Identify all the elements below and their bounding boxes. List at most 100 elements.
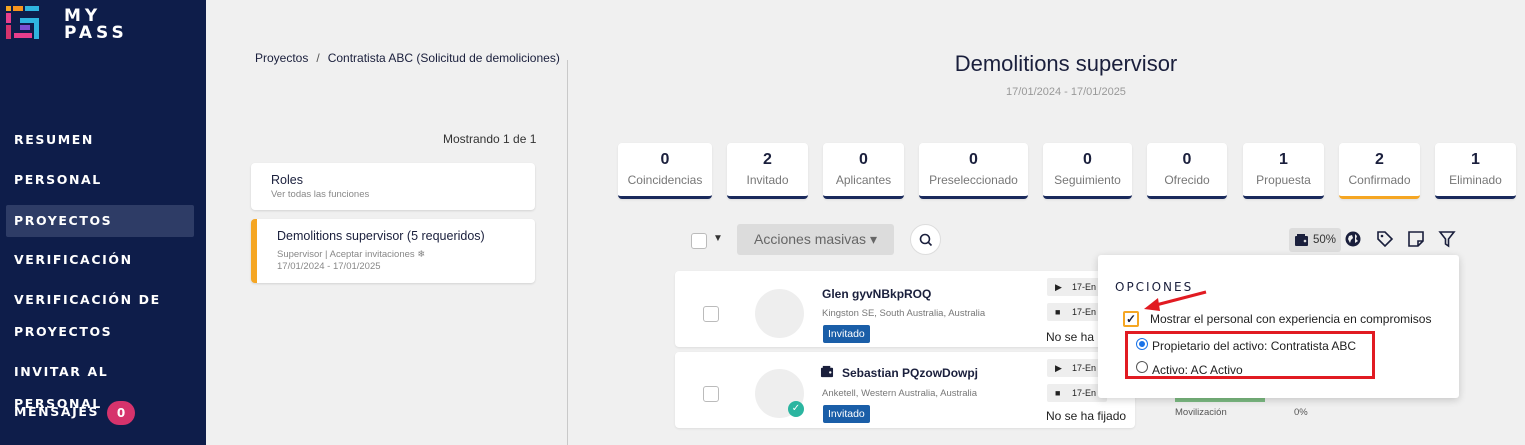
sidebar: MY PASS RESUMEN PERSONAL PROYECTOS VERIF… <box>0 0 206 445</box>
radio-asset-owner-label[interactable]: Propietario del activo: Contratista ABC <box>1152 339 1356 353</box>
role-card-subtitle: Supervisor | Aceptar invitaciones ❄ <box>277 249 426 260</box>
stat-label: Invitado <box>746 173 789 187</box>
wallet-percentage-button[interactable]: 50% <box>1289 228 1341 252</box>
roles-card[interactable]: Roles Ver todas las funciones <box>251 163 535 210</box>
sidebar-item-verificacion[interactable]: VERIFICACIÓN <box>6 244 194 276</box>
play-icon: ▶ <box>1055 282 1062 292</box>
filter-icon[interactable] <box>1438 230 1456 248</box>
mypass-logo-icon <box>6 6 39 39</box>
experience-checkbox[interactable]: ✓ <box>1123 311 1139 327</box>
experience-checkbox-label[interactable]: Mostrar el personal con experiencia en c… <box>1150 312 1431 326</box>
stat-seguimiento[interactable]: 0 Seguimiento <box>1043 143 1132 199</box>
stat-label: Eliminado <box>1449 173 1502 187</box>
sidebar-item-mensajes[interactable]: MENSAJES 0 <box>6 396 194 428</box>
candidate-location: Kingston SE, South Australia, Australia <box>822 308 986 319</box>
candidate-location: Anketell, Western Australia, Australia <box>822 388 978 399</box>
sidebar-item-proyectos[interactable]: PROYECTOS <box>6 205 194 237</box>
sidebar-item-label: PROYECTOS <box>14 213 113 228</box>
stop-icon: ■ <box>1055 307 1061 317</box>
avatar <box>755 289 804 338</box>
stat-value: 0 <box>1182 151 1192 168</box>
search-button[interactable] <box>910 224 941 255</box>
sidebar-item-label: PERSONAL <box>14 172 102 187</box>
stat-ofrecido[interactable]: 0 Ofrecido <box>1147 143 1227 199</box>
stat-label: Confirmado <box>1348 173 1411 187</box>
stat-propuesta[interactable]: 1 Propuesta <box>1243 143 1324 199</box>
sidebar-item-label: VERIFICACIÓN <box>14 252 133 267</box>
stat-label: Ofrecido <box>1164 173 1210 187</box>
event-start-date: 17-En <box>1072 363 1097 373</box>
radio-asset-owner[interactable] <box>1136 338 1148 350</box>
stat-value: 2 <box>1375 151 1384 168</box>
event-start-date: 17-En <box>1072 282 1097 292</box>
sidebar-item-label: PROYECTOS <box>14 324 113 339</box>
messages-count-badge: 0 <box>107 400 136 425</box>
annotation-arrow-icon <box>1144 290 1207 311</box>
select-all-checkbox[interactable] <box>691 233 707 249</box>
sidebar-item-verificacion-proyectos-line2[interactable]: PROYECTOS <box>6 316 194 348</box>
results-count: Mostrando 1 de 1 <box>443 132 537 146</box>
bulk-actions-label: Acciones masivas <box>754 231 867 247</box>
sidebar-item-personal[interactable]: PERSONAL <box>6 164 194 196</box>
stat-value: 0 <box>969 151 978 168</box>
select-all-dropdown-icon[interactable]: ▼ <box>713 233 723 244</box>
event-end-date: 17-En <box>1072 388 1097 398</box>
candidate-row[interactable]: Glen gyvNBkpROQ Kingston SE, South Austr… <box>675 271 1135 347</box>
stat-aplicantes[interactable]: 0 Aplicantes <box>823 143 904 199</box>
stat-label: Preseleccionado <box>929 173 1018 187</box>
mobilization-percent: 0% <box>1294 407 1308 418</box>
search-icon <box>919 233 933 247</box>
radio-active-asset[interactable] <box>1136 361 1148 373</box>
role-card-title: Demolitions supervisor (5 requeridos) <box>277 229 485 243</box>
row-checkbox[interactable] <box>703 386 719 402</box>
verified-check-icon: ✓ <box>788 401 804 417</box>
row-checkbox[interactable] <box>703 306 719 322</box>
stat-coincidencias[interactable]: 0 Coincidencias <box>618 143 712 199</box>
globe-icon[interactable] <box>1344 230 1362 248</box>
wallet-icon <box>820 365 834 378</box>
breadcrumb-separator: / <box>316 51 320 65</box>
event-end-date: 17-En <box>1072 307 1097 317</box>
options-popover: OPCIONES ✓ Mostrar el personal con exper… <box>1098 255 1459 398</box>
roles-card-title: Roles <box>271 173 303 187</box>
bulk-actions-button[interactable]: Acciones masivas ▾ <box>737 224 894 255</box>
stat-label: Seguimiento <box>1054 173 1121 187</box>
mobilization-label: Movilización <box>1175 407 1227 418</box>
stat-label: Propuesta <box>1256 173 1311 187</box>
candidate-name[interactable]: Sebastian PQzowDowpj <box>842 366 978 380</box>
stat-label: Coincidencias <box>627 173 703 187</box>
column-divider <box>567 60 568 445</box>
role-card-demolitions[interactable]: Demolitions supervisor (5 requeridos) Su… <box>251 219 535 283</box>
schedule-status: No se ha fijado <box>1046 409 1127 423</box>
stat-value: 0 <box>859 151 868 168</box>
wallet-icon <box>1295 234 1308 246</box>
breadcrumb: Proyectos / Contratista ABC (Solicitud de … <box>255 51 560 65</box>
stat-invitado[interactable]: 2 Invitado <box>727 143 808 199</box>
candidate-name[interactable]: Glen gyvNBkpROQ <box>822 287 931 301</box>
stat-eliminado[interactable]: 1 Eliminado <box>1435 143 1516 199</box>
breadcrumb-root[interactable]: Proyectos <box>255 51 308 65</box>
sidebar-item-label: MENSAJES <box>14 404 100 419</box>
stat-preseleccionado[interactable]: 0 Preseleccionado <box>919 143 1028 199</box>
stat-value: 1 <box>1279 151 1288 168</box>
candidate-row[interactable]: Sebastian PQzowDowpj Anketell, Western A… <box>675 352 1135 428</box>
percentage-value: 50% <box>1313 234 1337 246</box>
tag-icon[interactable] <box>1376 230 1394 248</box>
sidebar-item-resumen[interactable]: RESUMEN <box>6 124 194 156</box>
logo[interactable]: MY PASS <box>6 6 196 46</box>
schedule-status: No se ha <box>1046 330 1095 344</box>
stat-label: Aplicantes <box>835 173 892 187</box>
status-badge: Invitado <box>823 405 870 423</box>
radio-active-asset-label[interactable]: Activo: AC Activo <box>1152 363 1243 377</box>
logo-line-2: PASS <box>64 23 128 43</box>
role-card-dates: 17/01/2024 - 17/01/2025 <box>277 261 381 272</box>
stat-value: 2 <box>763 151 772 168</box>
play-icon: ▶ <box>1055 363 1062 373</box>
breadcrumb-current: Contratista ABC (Solicitud de demolicion… <box>327 51 560 65</box>
logo-text: MY PASS <box>64 8 128 42</box>
stat-confirmado[interactable]: 2 Confirmado <box>1339 143 1420 199</box>
sidebar-item-verificacion-proyectos[interactable]: VERIFICACIÓN DE <box>6 284 194 316</box>
stat-value: 0 <box>660 151 670 168</box>
stop-icon: ■ <box>1055 388 1061 398</box>
note-icon[interactable] <box>1407 230 1425 248</box>
